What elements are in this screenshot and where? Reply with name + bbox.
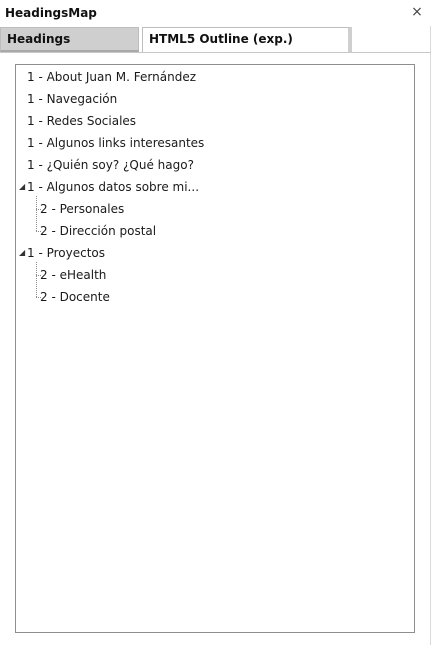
tree-item[interactable]: 1 - Proyectos — [27, 243, 105, 263]
panel-title: HeadingsMap — [5, 6, 97, 20]
tree-item[interactable]: 1 - About Juan M. Fernández — [27, 67, 196, 87]
panel-titlebar: HeadingsMap × — [0, 0, 431, 26]
tree-item[interactable]: 1 - Navegación — [27, 89, 117, 109]
tab-bar: Headings HTML5 Outline (exp.) — [0, 27, 431, 53]
tree-connector-vertical — [36, 196, 37, 231]
tab-bar-divider — [0, 52, 431, 53]
tree-item[interactable]: 1 - Algunos datos sobre mi... — [27, 177, 199, 197]
tab-headings[interactable]: Headings — [0, 27, 139, 52]
tab-html5-outline[interactable]: HTML5 Outline (exp.) — [142, 27, 352, 52]
tree-item[interactable]: 2 - Docente — [40, 287, 110, 307]
tree-item[interactable]: 1 - Redes Sociales — [27, 111, 136, 131]
headingsmap-panel: HeadingsMap × Headings HTML5 Outline (ex… — [0, 0, 431, 645]
tree-item[interactable]: 2 - eHealth — [40, 265, 106, 285]
close-icon[interactable]: × — [410, 4, 424, 20]
tree-connector-vertical — [36, 262, 37, 297]
tree-item[interactable]: 2 - Personales — [40, 199, 124, 219]
expanded-triangle-icon[interactable]: ◢ — [19, 183, 27, 191]
tree-item[interactable]: 1 - Algunos links interesantes — [27, 133, 204, 153]
tree-item[interactable]: 1 - ¿Quién soy? ¿Qué hago? — [27, 155, 194, 175]
headings-tree[interactable]: ◢ ◢ 1 - About Juan M. Fernández 1 - Nave… — [15, 64, 415, 633]
tree-item[interactable]: 2 - Dirección postal — [40, 221, 156, 241]
expanded-triangle-icon[interactable]: ◢ — [19, 249, 27, 257]
